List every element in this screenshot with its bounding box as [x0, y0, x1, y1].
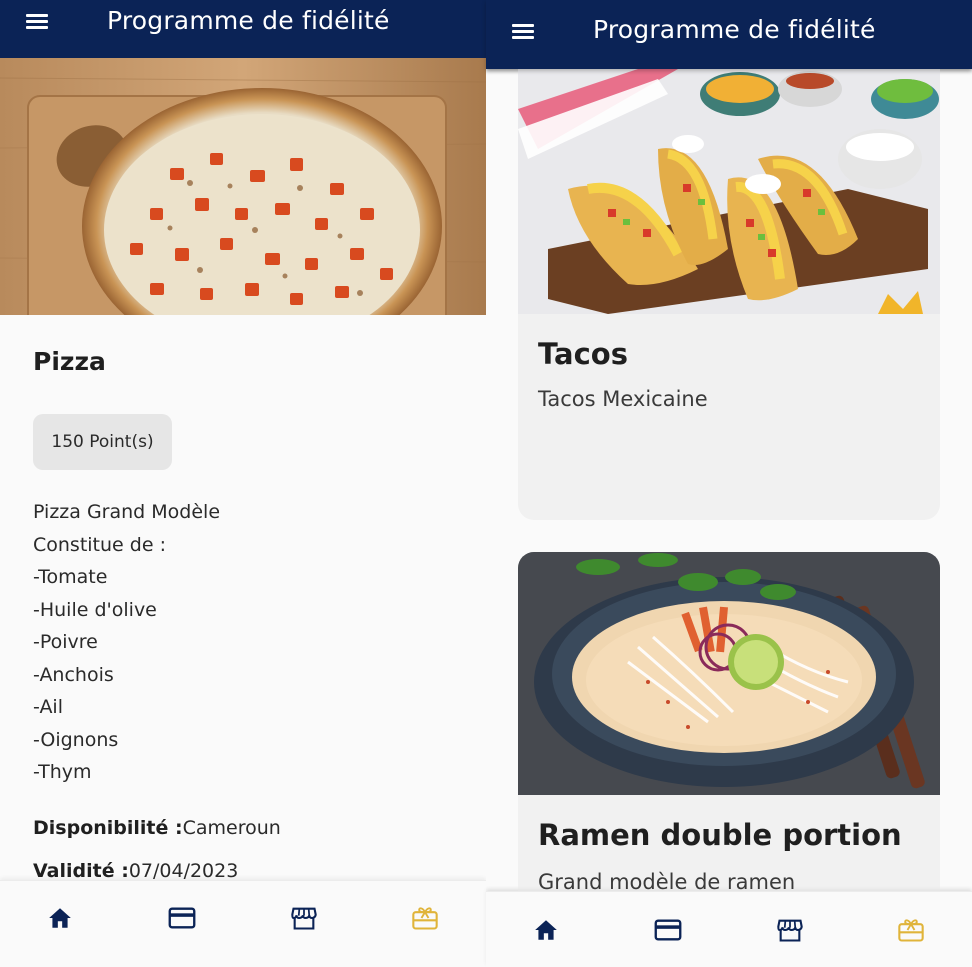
description-line: -Oignons — [33, 728, 119, 751]
description-line: -Ail — [33, 696, 63, 718]
nav-rewards[interactable] — [403, 896, 447, 940]
description-line: -Tomate — [33, 566, 108, 588]
gift-card-icon — [412, 907, 438, 930]
home-icon — [535, 919, 557, 940]
nav-home[interactable] — [38, 896, 82, 940]
reward-card[interactable]: Tacos Tacos Mexicaine — [518, 69, 940, 520]
app-bar-overlay: Programme de fidélité — [486, 0, 972, 69]
hamburger-menu-icon[interactable] — [510, 20, 538, 42]
validity-label: Validité : — [33, 860, 129, 882]
gift-card-icon — [898, 918, 924, 942]
points-badge: 150 Point(s) — [33, 414, 172, 470]
bottom-navigation — [0, 880, 486, 967]
home-icon — [49, 908, 71, 928]
availability-label: Disponibilité : — [33, 817, 183, 839]
app-title: Programme de fidélité — [593, 15, 876, 44]
reward-detail-screen: Programme de fidélité Pizza 150 Point(s)… — [0, 0, 486, 967]
nav-rewards[interactable] — [889, 908, 933, 952]
card-subtitle: Tacos Mexicaine — [538, 387, 708, 411]
nav-cards[interactable] — [160, 896, 204, 940]
card-title: Tacos — [538, 337, 628, 371]
description-line: -Thym — [33, 761, 92, 783]
availability-value: Cameroun — [182, 817, 281, 839]
validity-value: 07/04/2023 — [128, 860, 239, 882]
description-line: -Poivre — [33, 631, 98, 653]
validity-row: Validité :07/04/2023 — [33, 860, 238, 882]
app-bar: Programme de fidélité — [0, 0, 486, 58]
reward-description: Pizza Grand Modèle Constitue de : -Tomat… — [33, 496, 220, 789]
pizza-image — [0, 58, 486, 315]
app-title: Programme de fidélité — [107, 6, 390, 35]
description-line: Constitue de : — [33, 533, 166, 556]
card-icon — [654, 919, 682, 940]
ramen-image — [518, 552, 940, 795]
tacos-image — [518, 69, 940, 314]
store-icon — [777, 919, 803, 942]
description-line: Pizza Grand Modèle — [33, 501, 221, 523]
card-icon — [168, 907, 196, 929]
description-line: -Anchois — [33, 663, 114, 686]
nav-home[interactable] — [524, 908, 568, 952]
nav-store[interactable] — [282, 896, 326, 940]
availability-row: Disponibilité :Cameroun — [33, 817, 281, 839]
hamburger-menu-icon[interactable] — [24, 10, 52, 32]
nav-store[interactable] — [768, 908, 812, 952]
store-icon — [291, 907, 317, 930]
card-title: Ramen double portion — [538, 818, 902, 852]
reward-title: Pizza — [33, 347, 106, 376]
nav-cards[interactable] — [646, 908, 690, 952]
bottom-navigation-overlay — [486, 891, 972, 967]
description-line: -Huile d'olive — [33, 598, 157, 621]
